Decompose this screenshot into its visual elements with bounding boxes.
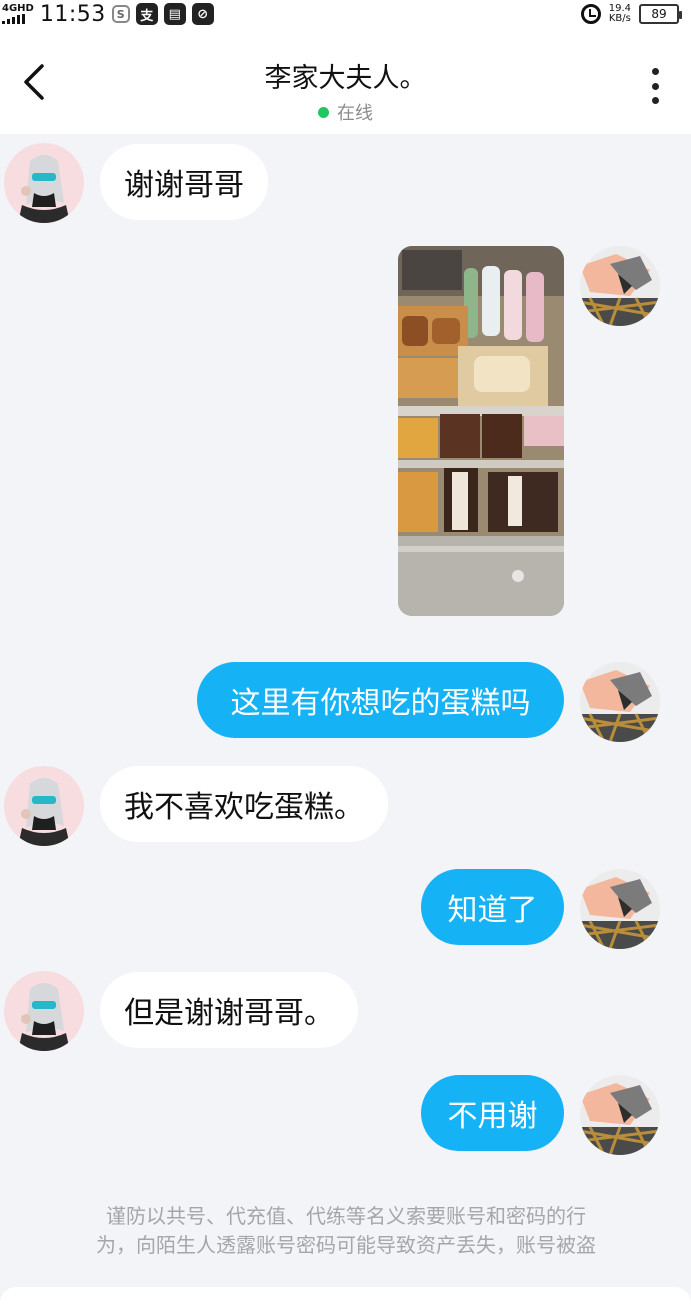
message-text: 但是谢谢哥哥。 [124, 996, 334, 1031]
network-label: 4GHD [2, 3, 34, 14]
message-bubble-incoming[interactable]: 我不喜欢吃蛋糕。 [100, 766, 388, 842]
message-image[interactable] [398, 246, 564, 616]
wallet-icon: ▤ [163, 3, 186, 25]
presence: 在线 [0, 99, 691, 125]
speed-unit: KB/s [608, 13, 631, 24]
message-bubble-incoming[interactable]: 但是谢谢哥哥。 [100, 972, 358, 1048]
message-text: 这里有你想吃的蛋糕吗 [230, 686, 531, 721]
chat-header: 李家大夫人。 在线 [0, 28, 691, 134]
my-avatar[interactable] [580, 1075, 660, 1155]
title-block[interactable]: 李家大夫人。 在线 [0, 56, 691, 125]
more-vertical-icon [651, 68, 659, 75]
notification-app-icon: S [111, 5, 130, 23]
contact-avatar[interactable] [4, 143, 84, 223]
status-bar: 4GHD 11:53 S 支 ▤ ⊘ 19.4 KB/s 89 [0, 0, 691, 28]
online-dot-icon [318, 106, 329, 118]
chat-title: 李家大夫人。 [264, 63, 427, 94]
network-indicator: 4GHD [2, 4, 34, 24]
signal-icon [2, 14, 34, 24]
alarm-icon [580, 4, 601, 24]
clock: 11:53 [39, 1, 106, 27]
battery-icon: 89 [639, 4, 682, 24]
message-text: 我不喜欢吃蛋糕。 [124, 790, 364, 825]
contact-avatar[interactable] [4, 766, 84, 846]
cake-display-photo [398, 246, 564, 616]
my-avatar[interactable] [580, 662, 660, 742]
message-bubble-outgoing[interactable]: 这里有你想吃的蛋糕吗 [197, 662, 564, 738]
message-text: 不用谢 [447, 1099, 538, 1134]
battery-level: 89 [651, 7, 667, 21]
message-bubble-outgoing[interactable]: 知道了 [421, 869, 564, 945]
message-bubble-incoming[interactable]: 谢谢哥哥 [100, 144, 268, 220]
message-bubble-outgoing[interactable]: 不用谢 [421, 1075, 564, 1151]
browser-icon: ⊘ [191, 3, 214, 25]
alipay-icon: 支 [135, 3, 158, 25]
my-avatar[interactable] [580, 869, 660, 949]
message-text: 知道了 [447, 893, 538, 928]
online-status: 在线 [337, 103, 373, 124]
message-text: 谢谢哥哥 [124, 168, 244, 203]
notice-line: 为，向陌生人透露账号密码可能导致资产丢失，账号被盗 [96, 1233, 596, 1257]
security-notice: 谨防以共号、代充值、代练等名义索要账号和密码的行 为，向陌生人透露账号密码可能导… [26, 1202, 666, 1260]
notice-line: 谨防以共号、代充值、代练等名义索要账号和密码的行 [106, 1204, 586, 1228]
my-avatar[interactable] [580, 246, 660, 326]
more-options-button[interactable] [649, 68, 661, 104]
contact-avatar[interactable] [4, 971, 84, 1051]
input-bar[interactable] [0, 1287, 691, 1307]
network-speed: 19.4 KB/s [609, 4, 631, 24]
